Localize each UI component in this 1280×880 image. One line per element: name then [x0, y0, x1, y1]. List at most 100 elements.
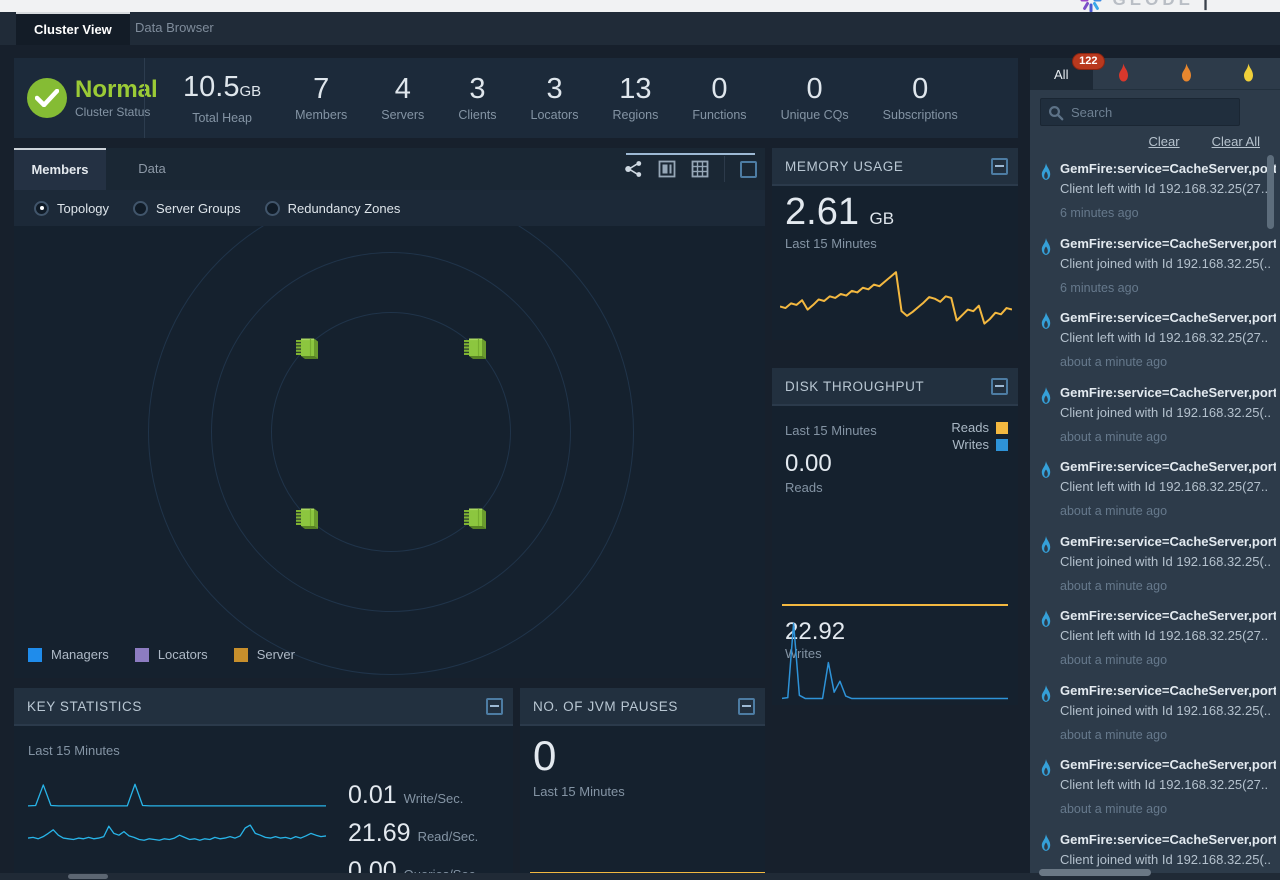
radio-icon[interactable] — [34, 201, 49, 216]
tab-data[interactable]: Data — [106, 148, 198, 190]
members-view-options: Topology Server Groups Redundancy Zones — [14, 190, 765, 226]
jvm-collapse-icon[interactable] — [738, 698, 755, 715]
notification-time: about a minute ago — [1060, 802, 1276, 816]
tab-alert-severity[interactable] — [1218, 58, 1280, 90]
legend-label: Locators — [158, 647, 208, 662]
cluster-stats-row: 10.5GB Total Heap 7 Members 4 Servers 3 … — [145, 72, 958, 125]
notification-item[interactable]: GemFire:service=CacheServer,port=404 Cli… — [1030, 376, 1280, 451]
stat-label: Clients — [458, 108, 496, 122]
icon-divider — [724, 156, 725, 182]
memory-unit: GB — [870, 209, 895, 228]
disk-legend-item: Writes — [951, 437, 1008, 452]
notification-item[interactable]: GemFire:service=CacheServer,port=404 Cli… — [1030, 152, 1280, 227]
keystats-caption: Last 15 Minutes — [28, 743, 120, 758]
notification-title: GemFire:service=CacheServer,port=404 — [1060, 236, 1276, 251]
tab-cluster-view[interactable]: Cluster View — [16, 12, 130, 45]
radio-icon[interactable] — [265, 201, 280, 216]
memory-collapse-icon[interactable] — [991, 158, 1008, 175]
memory-panel-title: MEMORY USAGE — [785, 159, 903, 174]
notification-flame-icon — [1039, 833, 1053, 857]
page-scrollbar-thumb[interactable] — [68, 874, 108, 879]
topology-graph: Managers Locators Server — [14, 226, 765, 678]
brand-name: GEODE — [1113, 0, 1194, 10]
notification-message: Client left with Id 192.168.32.25(27.. — [1060, 479, 1276, 494]
disk-legend-label: Reads — [951, 420, 989, 435]
keystats-collapse-icon[interactable] — [486, 698, 503, 715]
notification-title: GemFire:service=CacheServer,port=404 — [1060, 832, 1276, 847]
cluster-stat: 7 Members — [295, 74, 347, 122]
view-radio-option[interactable]: Topology — [34, 201, 109, 216]
notification-flame-icon — [1039, 535, 1053, 559]
notification-message: Client joined with Id 192.168.32.25(.. — [1060, 256, 1276, 271]
tab-members[interactable]: Members — [14, 148, 106, 190]
disk-collapse-icon[interactable] — [991, 378, 1008, 395]
notification-item[interactable]: GemFire:service=CacheServer,port=404 Cli… — [1030, 301, 1280, 376]
member-node-icon[interactable] — [294, 334, 321, 361]
radio-icon[interactable] — [133, 201, 148, 216]
member-node-icon[interactable] — [462, 504, 489, 531]
notification-flame-icon — [1039, 684, 1053, 708]
notification-time: about a minute ago — [1060, 579, 1276, 593]
jvm-caption: Last 15 Minutes — [533, 784, 625, 799]
clear-all-link[interactable]: Clear All — [1212, 134, 1260, 149]
notification-item[interactable]: GemFire:service=CacheServer,port=404 Cli… — [1030, 227, 1280, 302]
notification-flame-icon — [1039, 609, 1053, 633]
notification-message: Client joined with Id 192.168.32.25(.. — [1060, 554, 1276, 569]
geode-spinner-icon — [1078, 0, 1104, 12]
notification-flame-icon — [1039, 386, 1053, 410]
notification-item[interactable]: GemFire:service=CacheServer,port=404 Cli… — [1030, 450, 1280, 525]
search-input[interactable] — [1071, 99, 1211, 125]
disk-throughput-panel: DISK THROUGHPUT Last 15 Minutes Reads Wr… — [772, 368, 1018, 705]
notification-item[interactable]: GemFire:service=CacheServer,port=404 Cli… — [1030, 674, 1280, 749]
notification-item[interactable]: GemFire:service=CacheServer,port=404 Cli… — [1030, 599, 1280, 674]
clear-link[interactable]: Clear — [1149, 134, 1180, 149]
reads-per-sec-chart — [28, 810, 326, 846]
cluster-stat: 0 Functions — [692, 74, 746, 122]
member-node-icon[interactable] — [462, 334, 489, 361]
notification-time: 6 minutes ago — [1060, 206, 1276, 220]
view-radio-option[interactable]: Server Groups — [133, 201, 241, 216]
notification-title: GemFire:service=CacheServer,port=404 — [1060, 757, 1276, 772]
members-collapse-icon[interactable] — [740, 161, 757, 178]
sidebar-vertical-scrollbar[interactable] — [1267, 155, 1274, 229]
notification-title: GemFire:service=CacheServer,port=404 — [1060, 608, 1276, 623]
notification-message: Client left with Id 192.168.32.25(27.. — [1060, 628, 1276, 643]
notification-title: GemFire:service=CacheServer,port=404 — [1060, 459, 1276, 474]
disk-caption: Last 15 Minutes — [785, 423, 877, 438]
notification-item[interactable]: GemFire:service=CacheServer,port=404 Cli… — [1030, 748, 1280, 823]
stat-label: Locators — [531, 108, 579, 122]
notification-time: 6 minutes ago — [1060, 281, 1276, 295]
member-node-icon[interactable] — [294, 504, 321, 531]
cluster-stat: 3 Locators — [531, 74, 579, 122]
view-radio-option[interactable]: Redundancy Zones — [265, 201, 401, 216]
notification-flame-icon — [1039, 162, 1053, 186]
notification-title: GemFire:service=CacheServer,port=404 — [1060, 385, 1276, 400]
tab-data-browser[interactable]: Data Browser — [117, 12, 232, 45]
table-view-icon[interactable] — [691, 160, 709, 178]
notification-count-badge: 122 — [1072, 53, 1104, 70]
search-icon — [1048, 105, 1064, 121]
writes-per-sec-chart — [28, 772, 326, 808]
tab-all-notifications[interactable]: All 122 — [1030, 58, 1093, 90]
sidebar-horizontal-scrollbar[interactable] — [1039, 869, 1151, 876]
radio-label: Redundancy Zones — [288, 201, 401, 216]
cluster-stat: 4 Servers — [381, 74, 424, 122]
memory-usage-panel: MEMORY USAGE 2.61 GB Last 15 Minutes — [772, 148, 1018, 340]
disk-reads-label: Reads — [785, 480, 823, 495]
notification-flame-icon — [1039, 460, 1053, 484]
radio-label: Topology — [57, 201, 109, 216]
graph-view-icon[interactable] — [624, 160, 643, 178]
stat-label: Members — [295, 108, 347, 122]
cluster-stat: 3 Clients — [458, 74, 496, 122]
disk-legend-swatch — [996, 439, 1008, 451]
notification-item[interactable]: GemFire:service=CacheServer,port=404 Cli… — [1030, 525, 1280, 600]
keystat-row-reads: 21.69 Read/Sec. — [28, 810, 503, 846]
members-panel: Members Data — [14, 148, 765, 678]
legend-swatch — [28, 648, 42, 662]
tab-alert-severity[interactable] — [1155, 58, 1218, 90]
stat-label: Functions — [692, 108, 746, 122]
writes-per-sec-label: Write/Sec. — [404, 791, 464, 808]
radio-label: Server Groups — [156, 201, 241, 216]
block-view-icon[interactable] — [658, 160, 676, 178]
notification-flame-icon — [1039, 758, 1053, 782]
